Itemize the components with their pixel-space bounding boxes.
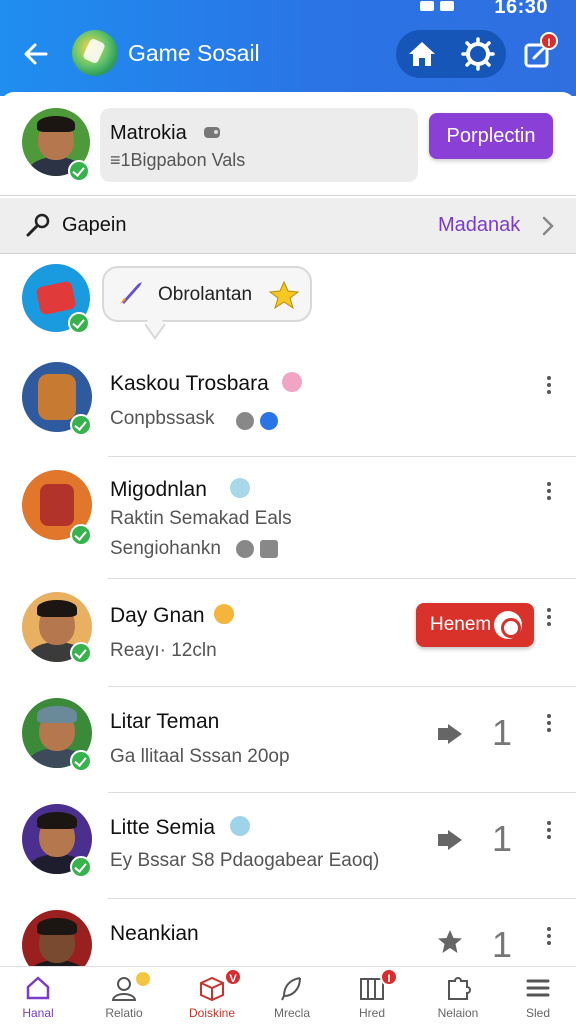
puzzle-icon: [448, 977, 471, 1000]
nav-label: Nelaion: [437, 1006, 479, 1020]
app-title: Game Sosail: [128, 40, 260, 66]
nav-item-hred[interactable]: I Hred: [336, 968, 408, 1024]
nav-item-doiskine[interactable]: V Doiskine: [176, 968, 248, 1024]
row-divider: [108, 578, 576, 579]
forward-icon[interactable]: [436, 722, 466, 746]
more-options-icon[interactable]: [545, 926, 553, 948]
online-check-icon: [70, 524, 92, 546]
controller-icon: [204, 127, 220, 138]
unread-count: 1: [492, 924, 513, 965]
contact-name: Litte Semia: [110, 816, 216, 839]
row-divider: [108, 898, 576, 899]
contact-status: Ey Bssar S8 Pdaogabear Eaoq): [110, 850, 380, 871]
profile-name: Matrokia: [110, 122, 187, 144]
feather-icon: [281, 977, 301, 1001]
row-divider: [108, 456, 576, 457]
game-icon: [236, 412, 254, 430]
chevron-right-icon[interactable]: [540, 214, 556, 238]
more-options-icon[interactable]: [545, 481, 553, 503]
notification-badge: I: [540, 32, 558, 50]
more-options-icon[interactable]: [545, 607, 553, 629]
unread-count: 1: [492, 818, 513, 859]
forward-icon[interactable]: [436, 828, 466, 852]
unread-count: 1: [492, 712, 513, 753]
sticker-icon: [282, 372, 302, 392]
nav-item-hanal[interactable]: Hanal: [2, 968, 74, 1024]
profile-subtitle: ≡1Bigpabon Vals: [110, 150, 246, 170]
sparkle-star-icon: [268, 280, 300, 310]
more-options-icon[interactable]: [545, 375, 553, 397]
contact-status: Ga llitaal Sssan 20op: [110, 746, 290, 767]
online-check-icon: [70, 750, 92, 772]
star-icon[interactable]: [436, 928, 464, 956]
contact-name: Neankian: [110, 922, 199, 945]
nav-item-nelaion[interactable]: Nelaion: [422, 968, 494, 1024]
online-check-icon: [70, 414, 92, 436]
search-emoji-icon: [230, 478, 250, 498]
online-check-icon: [70, 856, 92, 878]
nav-badge: I: [380, 968, 398, 986]
target-icon: [494, 611, 522, 639]
nav-item-mrecla[interactable]: Mrecla: [256, 968, 328, 1024]
search-icon: [26, 213, 50, 237]
online-check-icon: [68, 312, 90, 334]
nav-label: Relatio: [105, 1006, 143, 1020]
contact-status: Raktin Semakad Eals: [110, 508, 292, 529]
row-divider: [108, 686, 576, 687]
bubble-text: Obrolantan: [158, 284, 253, 305]
status-dot: [136, 972, 150, 986]
nav-badge: V: [224, 968, 242, 986]
search-link[interactable]: Madanak: [438, 214, 520, 237]
nav-label: Hanal: [22, 1006, 54, 1020]
profile-action-button[interactable]: Porplectin: [429, 113, 553, 159]
online-check-icon: [68, 160, 90, 182]
box-icon: [200, 976, 224, 1002]
more-options-icon[interactable]: [545, 820, 553, 842]
contact-name: Kaskou Trosbara: [110, 372, 269, 395]
row-divider: [108, 792, 576, 793]
nav-label: Doiskine: [188, 1006, 236, 1020]
contact-status: Conpbssask: [110, 408, 215, 429]
status-icons: [420, 0, 480, 11]
rocket-icon: [120, 282, 142, 304]
user-icon: [111, 977, 137, 1001]
nav-item-relatio[interactable]: Relatio: [88, 968, 160, 1024]
online-check-icon: [70, 642, 92, 664]
game-icon: [236, 540, 254, 558]
more-options-icon[interactable]: [545, 713, 553, 735]
contact-name: Migodnlan: [110, 478, 207, 501]
app-logo: [72, 30, 118, 76]
nav-item-sled[interactable]: Sled: [502, 968, 574, 1024]
smile-icon: [230, 816, 250, 836]
home-icon: [26, 976, 50, 1000]
nav-label: Hred: [358, 1006, 385, 1020]
status-time: 16:30: [494, 0, 548, 18]
nav-label: Sled: [525, 1006, 551, 1020]
nav-label: Mrecla: [273, 1006, 310, 1020]
shield-icon: [260, 412, 278, 430]
back-arrow-icon[interactable]: [20, 38, 52, 70]
menu-icon: [526, 979, 550, 997]
contact-status-secondary: Sengiohankn: [110, 538, 221, 559]
contact-name: Day Gnan: [110, 604, 205, 627]
sparkle-icon: [214, 604, 234, 624]
contact-status: Reayı· 12cln: [110, 640, 217, 661]
card-icon: [260, 540, 278, 558]
search-label: Gapein: [62, 214, 127, 236]
contact-name: Litar Teman: [110, 710, 220, 733]
gear-icon[interactable]: [460, 36, 496, 72]
home-icon[interactable]: [404, 36, 440, 72]
